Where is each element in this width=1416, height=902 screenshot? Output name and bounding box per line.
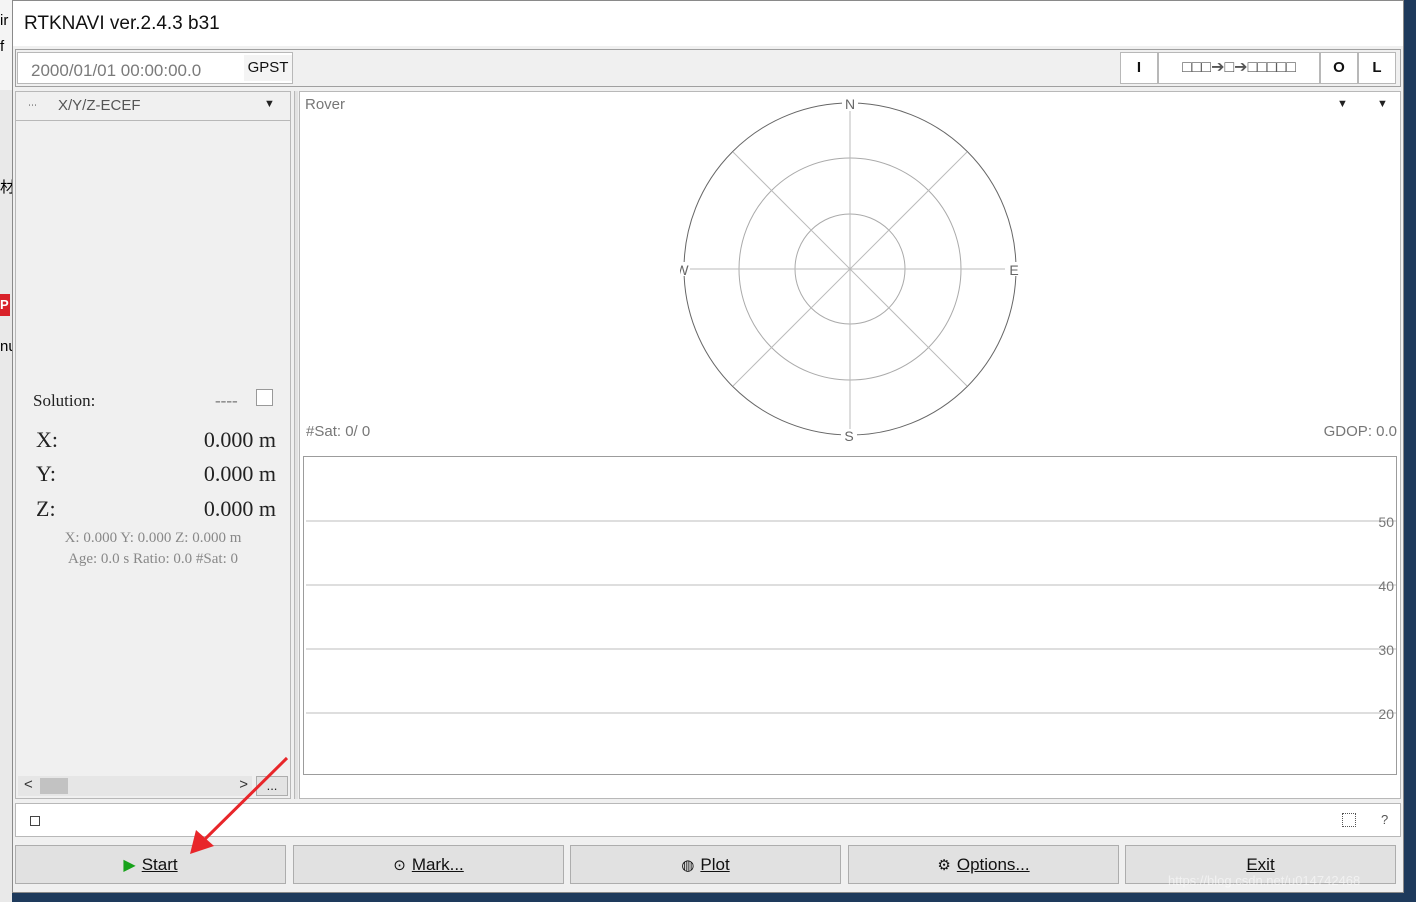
options-button[interactable]: ⚙ Options... <box>848 845 1119 884</box>
chevron-down-icon[interactable]: ▼ <box>1337 98 1348 110</box>
solution-panel: ⋯ X/Y/Z-ECEF ▼ Solution: ---- X: 0.000 m… <box>15 91 291 799</box>
snr-tick-label: 40 <box>1378 578 1394 594</box>
mark-button[interactable]: ⊙ Mark... <box>293 845 564 884</box>
desktop-fragment: ir <box>0 12 9 29</box>
solution-indicator-box <box>256 389 273 406</box>
stream-indicators: I □□□➔□➔□□□□□ O L <box>1120 52 1396 84</box>
panel-title: Rover <box>305 96 346 113</box>
globe-icon: ◍ <box>681 856 695 874</box>
time-value: 2000/01/01 00:00:00.0 <box>31 61 202 80</box>
start-button-label: Start <box>141 854 178 874</box>
coord-key: X: <box>36 427 58 452</box>
panel-toggle-icon[interactable] <box>1342 813 1356 827</box>
message-indicator-icon <box>30 816 40 826</box>
title-bar[interactable]: RTKNAVI ver.2.4.3 b31 <box>13 1 1403 46</box>
status-top-bar: 2000/01/01 00:00:00.0 GPST I □□□➔□➔□□□□□… <box>15 49 1401 87</box>
plot-button-label: Plot <box>700 854 730 874</box>
window-title: RTKNAVI ver.2.4.3 b31 <box>24 13 220 34</box>
sky-plot: N S E W <box>680 97 1019 442</box>
snr-chart: 50 40 30 20 <box>303 456 1397 775</box>
stream-status-indicator: □□□➔□➔□□□□□ <box>1158 52 1320 84</box>
sky-east-label: E <box>1009 262 1018 278</box>
solution-info-line: Age: 0.0 s Ratio: 0.0 #Sat: 0 <box>68 551 238 567</box>
coord-value: 0.000 m <box>203 427 276 452</box>
annotation-arrow <box>190 756 289 854</box>
solution-mode-label: X/Y/Z-ECEF <box>58 97 141 114</box>
satellite-panel: Rover ▼ ▼ N S E W #Sat: 0/ 0 GDOP: 0.0 5… <box>299 91 1401 799</box>
plot-button[interactable]: ◍ Plot <box>570 845 841 884</box>
gdop-value: GDOP: 0.0 <box>1323 423 1397 440</box>
coord-value: 0.000 m <box>203 461 276 486</box>
solution-status: ---- <box>215 391 238 410</box>
desktop-fragment: nu <box>0 338 12 355</box>
gear-icon: ⚙ <box>937 856 951 874</box>
scroll-left-icon[interactable]: < <box>24 776 33 793</box>
input-stream-button[interactable]: I <box>1120 52 1158 84</box>
snr-tick-label: 30 <box>1378 642 1394 658</box>
output-stream-button[interactable]: O <box>1320 52 1358 84</box>
panel-splitter[interactable] <box>294 91 298 799</box>
solution-info-line: X: 0.000 Y: 0.000 Z: 0.000 m <box>64 530 242 546</box>
solution-label: Solution: <box>33 391 96 410</box>
coord-key: Z: <box>36 496 56 521</box>
exit-button-label: Exit <box>1246 854 1275 874</box>
chevron-down-icon[interactable]: ▼ <box>1377 98 1388 110</box>
desktop-red-badge: P <box>0 294 10 316</box>
chevron-down-icon[interactable]: ▼ <box>264 98 275 110</box>
sky-south-label: S <box>844 428 853 442</box>
solution-body: Solution: ---- X: 0.000 m Y: 0.000 m Z: … <box>16 120 290 770</box>
log-stream-button[interactable]: L <box>1358 52 1396 84</box>
grid-icon: ⋯ <box>28 100 37 110</box>
solution-row: Solution: ---- <box>33 389 283 411</box>
sky-north-label: N <box>845 97 855 112</box>
watermark: https://blog.csdn.net/u014742468 <box>1168 873 1361 888</box>
desktop-fragment: f <box>0 38 5 55</box>
target-icon: ⊙ <box>393 856 406 874</box>
coord-value: 0.000 m <box>203 496 276 521</box>
solution-mode-selector[interactable]: ⋯ X/Y/Z-ECEF ▼ <box>16 92 290 118</box>
satellite-count: #Sat: 0/ 0 <box>306 423 371 440</box>
time-system-button[interactable]: GPST <box>244 55 292 81</box>
time-display: 2000/01/01 00:00:00.0 GPST <box>17 52 293 84</box>
scroll-thumb[interactable] <box>40 778 68 794</box>
snr-tick-label: 20 <box>1378 706 1394 722</box>
desktop-fragment: 材 <box>0 179 12 196</box>
sky-west-label: W <box>680 262 689 278</box>
coord-key: Y: <box>36 461 56 486</box>
snr-tick-label: 50 <box>1378 514 1394 530</box>
help-icon[interactable]: ? <box>1381 812 1388 827</box>
mark-button-label: Mark... <box>411 854 464 874</box>
options-button-label: Options... <box>956 854 1030 874</box>
play-icon: ▶ <box>123 856 136 874</box>
desktop-background: ir f 材 P nu <box>0 0 12 902</box>
